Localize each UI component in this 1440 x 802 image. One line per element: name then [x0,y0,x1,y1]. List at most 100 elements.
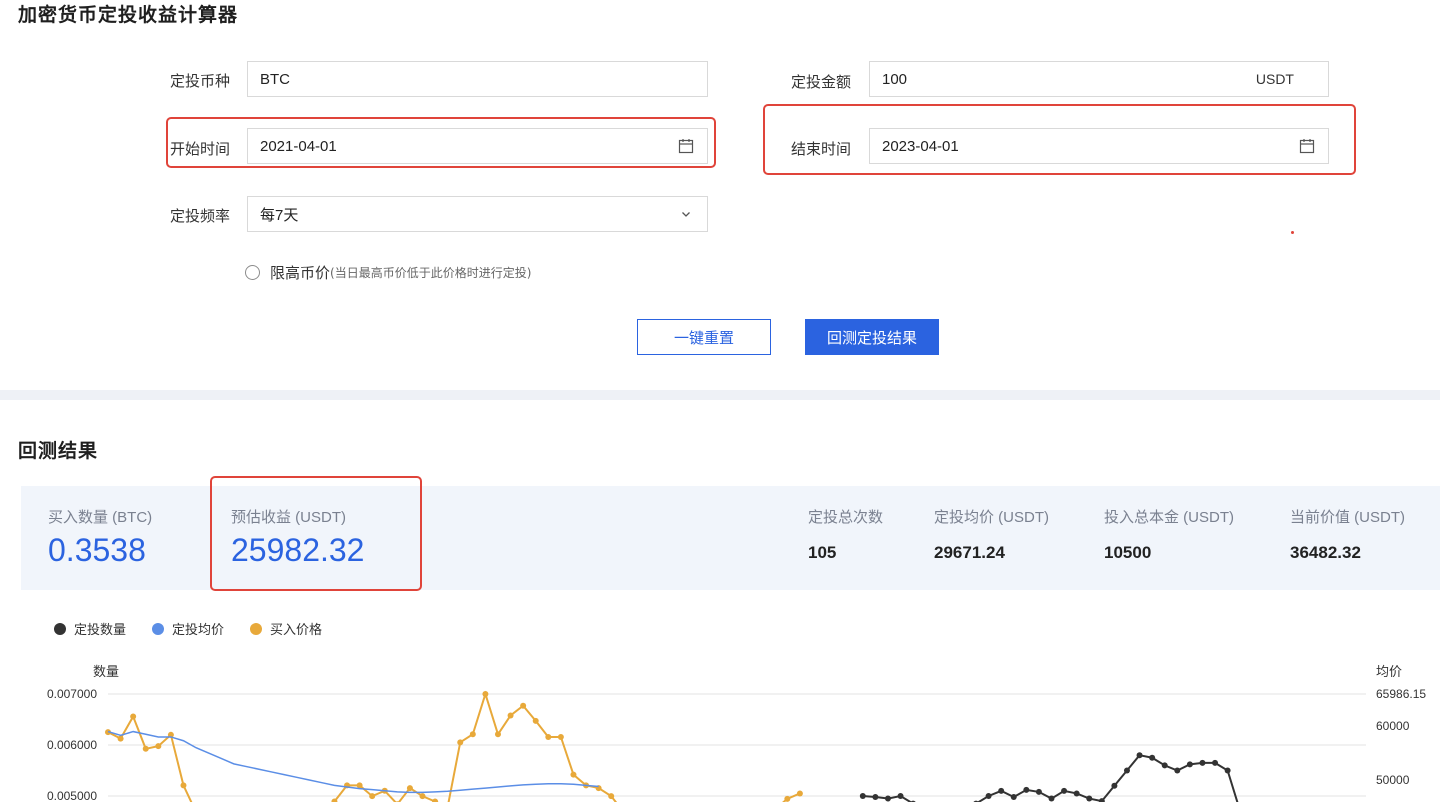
start-date-value: 2021-04-01 [260,137,337,155]
calendar-icon[interactable] [677,137,695,155]
y-left-axis-title: 数量 [93,664,119,679]
y-right-tick-label: 50000 [1376,773,1410,787]
stat-profit-label: 预估收益 (USDT) [231,509,346,526]
stat-current-value-value: 36482.32 [1290,543,1361,562]
series-point-qty[interactable] [897,793,904,799]
series-point-price[interactable] [155,743,162,750]
stat-avg-price-label: 定投均价 (USDT) [934,509,1049,526]
legend-label-qty: 定投数量 [74,623,127,638]
series-point-qty[interactable] [1212,759,1219,766]
series-point-price[interactable] [796,790,803,797]
series-point-price[interactable] [419,793,426,800]
y-left-tick-label: 0.007000 [47,687,97,701]
series-point-price[interactable] [180,782,187,789]
stats-panel: 买入数量 (BTC) 0.3538 预估收益 (USDT) 25982.32 定… [21,486,1440,590]
stat-buy-qty: 买入数量 (BTC) 0.3538 [48,506,152,569]
stat-count: 定投总次数 105 [808,506,883,563]
amount-input[interactable]: 100 USDT [869,61,1329,97]
stat-buy-qty-value: 0.3538 [48,532,146,568]
series-point-qty[interactable] [1136,752,1143,759]
series-point-qty[interactable] [985,793,992,799]
calendar-icon[interactable] [1298,137,1316,155]
series-point-qty[interactable] [1048,795,1055,802]
series-point-price[interactable] [356,782,363,789]
series-point-qty[interactable] [1123,767,1130,774]
coin-label: 定投币种 [170,72,231,90]
series-point-price[interactable] [507,712,514,719]
section-divider [0,390,1440,400]
reset-button[interactable]: 一键重置 [637,319,771,355]
y-left-tick-label: 0.006000 [47,738,97,752]
legend-item-qty[interactable]: 定投数量 [54,619,126,638]
series-point-price[interactable] [130,713,137,720]
coin-input[interactable]: BTC [247,61,708,97]
series-point-qty[interactable] [1035,788,1042,795]
frequency-select[interactable]: 每7天 [247,196,708,232]
series-point-qty[interactable] [1010,794,1017,801]
page-title: 加密货币定投收益计算器 [18,4,239,26]
series-point-price[interactable] [570,771,577,778]
limit-price-radio[interactable] [245,265,260,280]
stat-profit: 预估收益 (USDT) 25982.32 [231,506,364,569]
series-line-qty [862,754,1239,802]
stat-buy-qty-label: 买入数量 (BTC) [48,509,153,526]
series-point-price[interactable] [545,733,552,740]
line-chart: 数量 均价 0.007000 0.006000 0.005000 65986.15 60… [47,664,1426,802]
limit-price-label: 限高币价 [270,264,331,282]
limit-price-hint: (当日最高币价低于此价格时进行定投) [330,266,532,280]
y-right-tick-label: 65986.15 [1376,687,1426,701]
series-point-qty[interactable] [1224,767,1231,774]
series-point-qty[interactable] [998,787,1005,794]
series-point-qty[interactable] [859,793,866,799]
chevron-down-icon [677,205,695,223]
stat-profit-value: 25982.32 [231,532,365,568]
series-point-price[interactable] [482,691,489,698]
start-date-input[interactable]: 2021-04-01 [247,128,708,164]
series-point-price[interactable] [432,798,439,802]
frequency-value: 每7天 [260,206,299,224]
series-point-qty[interactable] [872,794,879,801]
series-point-price[interactable] [532,717,539,724]
series-point-price[interactable] [608,793,615,800]
y-left-tick-label: 0.005000 [47,789,97,802]
series-point-price[interactable] [494,731,501,738]
legend-item-price[interactable]: 买入价格 [250,619,322,638]
stat-current-value: 当前价值 (USDT) 36482.32 [1290,506,1405,563]
series-point-qty[interactable] [1161,762,1168,769]
series-point-qty[interactable] [1111,782,1118,789]
legend-label-avg: 定投均价 [172,623,225,638]
series-point-qty[interactable] [1061,787,1068,794]
stat-current-value-label: 当前价值 (USDT) [1290,509,1405,526]
series-point-qty[interactable] [1149,754,1156,761]
series-point-price[interactable] [406,785,413,792]
series-point-qty[interactable] [884,795,891,802]
legend-item-avg[interactable]: 定投均价 [152,619,224,638]
end-label: 结束时间 [791,140,852,158]
series-point-price[interactable] [469,731,476,738]
series-point-qty[interactable] [1199,759,1206,766]
series-point-price[interactable] [784,795,791,802]
series-point-price[interactable] [117,735,124,742]
legend-dot-price [250,622,263,635]
end-date-input[interactable]: 2023-04-01 [869,128,1329,164]
amount-value: 100 [882,70,908,88]
legend-dot-qty [54,622,66,635]
series-point-qty[interactable] [1023,786,1030,793]
series-point-price[interactable] [142,745,149,752]
series-point-qty[interactable] [1186,761,1193,768]
chart-legend: 定投数量 定投均价 买入价格 [54,619,348,638]
series-point-qty[interactable] [1073,790,1080,797]
series-point-price[interactable] [557,733,564,740]
series-point-price[interactable] [520,702,527,709]
stat-avg-price-value: 29671.24 [934,543,1005,562]
series-point-qty[interactable] [1174,767,1181,774]
stat-avg-price: 定投均价 (USDT) 29671.24 [934,506,1049,563]
limit-price-option[interactable]: 限高币价 (当日最高币价低于此价格时进行定投) [245,262,531,283]
coin-value: BTC [260,70,290,88]
run-backtest-button[interactable]: 回测定投结果 [805,319,939,355]
series-point-price[interactable] [369,793,376,800]
series-point-qty[interactable] [1086,795,1093,802]
legend-dot-avg [152,622,165,635]
amount-label: 定投金额 [791,73,852,91]
series-point-price[interactable] [457,739,464,746]
